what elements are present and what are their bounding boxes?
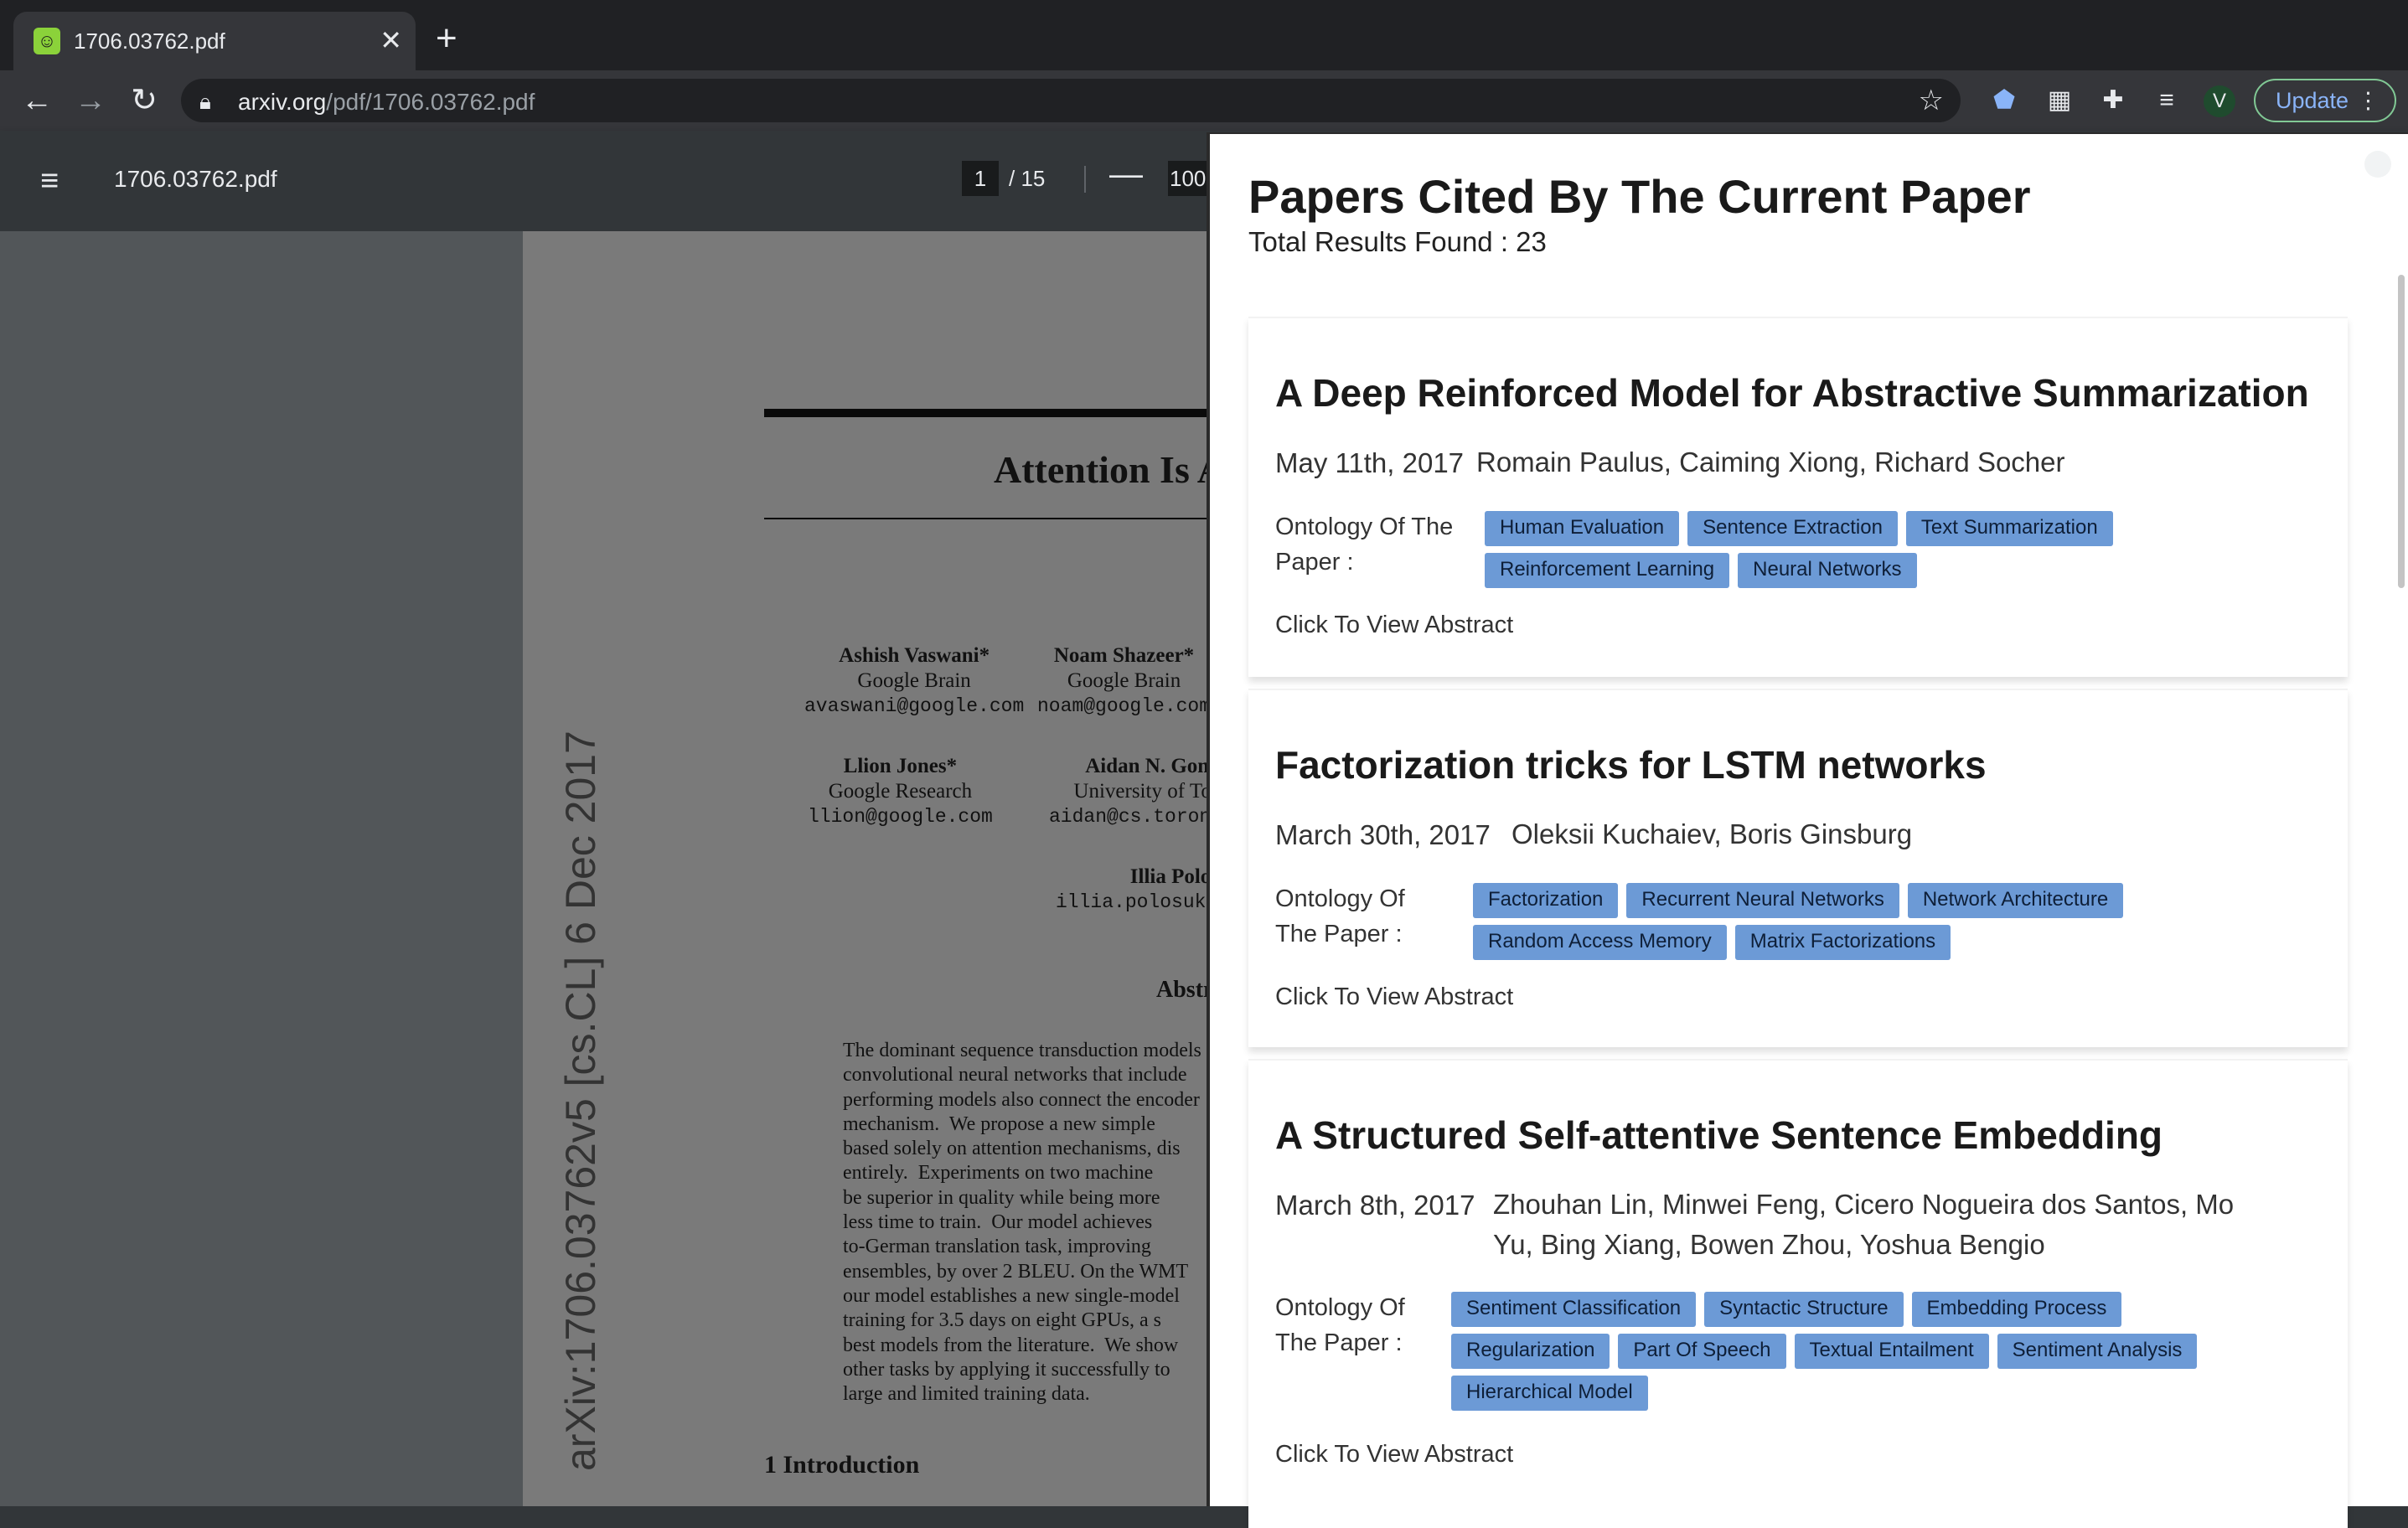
ontology-tag[interactable]: Part Of Speech xyxy=(1618,1334,1786,1369)
author-email: avaswani@google.com xyxy=(804,695,1025,717)
ontology-tag[interactable]: Sentiment Analysis xyxy=(1997,1334,2198,1369)
browser-tab[interactable]: ☺ 1706.03762.pdf ✕ xyxy=(13,12,416,70)
ontology-label: Ontology Of The Paper : xyxy=(1275,1294,1405,1356)
page-total: / 15 xyxy=(1009,166,1046,191)
view-abstract-link[interactable]: Click To View Abstract xyxy=(1275,612,1513,639)
author-name: Ashish Vaswani* xyxy=(839,644,990,667)
pdf-file-name: 1706.03762.pdf xyxy=(114,166,277,192)
extension-shield-icon[interactable]: ⬟ xyxy=(1989,85,2019,116)
ontology-tag[interactable]: Syntactic Structure xyxy=(1704,1292,1904,1327)
panel-close-icon[interactable] xyxy=(2364,151,2391,178)
favicon-icon: ☺ xyxy=(34,28,60,54)
author-block: Ashish Vaswani* Google Brain avaswani@go… xyxy=(804,643,1024,719)
ontology-tag[interactable]: Factorization xyxy=(1473,883,1619,918)
author-name: Noam Shazeer* xyxy=(1053,644,1195,667)
back-arrow-icon[interactable]: ← xyxy=(15,79,59,122)
bookmark-star-icon[interactable]: ☆ xyxy=(1919,84,1944,117)
url-host: arxiv.org xyxy=(238,89,327,115)
update-label: Update xyxy=(2276,88,2349,113)
menu-icon[interactable]: ≡ xyxy=(40,165,59,197)
paper-card: Factorization tricks for LSTM networks M… xyxy=(1248,689,2348,1047)
tab-title: 1706.03762.pdf xyxy=(74,28,225,54)
results-count: Total Results Found : 23 xyxy=(1248,226,1547,257)
view-abstract-link[interactable]: Click To View Abstract xyxy=(1275,983,1513,1011)
extension-puzzle-image-icon[interactable]: ▦ xyxy=(2044,85,2075,116)
ontology-label: Ontology Of The Paper : xyxy=(1275,885,1405,947)
ontology-tag[interactable]: Matrix Factorizations xyxy=(1734,925,1951,960)
section-heading: 1 Introduction xyxy=(764,1451,920,1479)
more-menu-icon[interactable]: ⋮ xyxy=(2357,80,2380,121)
author-block: Noam Shazeer* Google Brain noam@google.c… xyxy=(1037,643,1211,719)
ontology-tags: Human Evaluation Sentence Extraction Tex… xyxy=(1485,511,2239,588)
paper-title[interactable]: A Deep Reinforced Model for Abstractive … xyxy=(1275,370,2309,416)
ontology-tag[interactable]: Embedding Process xyxy=(1911,1292,2122,1327)
panel-title: Papers Cited By The Current Paper xyxy=(1248,170,2031,223)
zoom-out-icon[interactable]: — xyxy=(1109,156,1143,194)
ontology-tag[interactable]: Text Summarization xyxy=(1905,511,2113,546)
ontology-tag[interactable]: Neural Networks xyxy=(1738,553,1917,588)
page-number-input[interactable]: 1 xyxy=(962,161,999,196)
tab-close-icon[interactable]: ✕ xyxy=(380,23,402,57)
tab-strip: ☺ 1706.03762.pdf ✕ + xyxy=(0,0,2408,70)
citations-panel: Papers Cited By The Current Paper Total … xyxy=(1207,132,2408,1528)
ontology-tag[interactable]: Sentence Extraction xyxy=(1687,511,1898,546)
ontology-tag[interactable]: Network Architecture xyxy=(1907,883,2124,918)
paper-card: A Structured Self-attentive Sentence Emb… xyxy=(1248,1059,2348,1528)
extensions-puzzle-icon[interactable]: ✚ xyxy=(2098,85,2128,116)
address-bar[interactable]: 🔒︎ arxiv.org/pdf/1706.03762.pdf ☆ xyxy=(181,79,1961,122)
paper-date: March 30th, 2017 xyxy=(1275,819,1491,850)
author-affiliation: Google Research xyxy=(828,780,973,803)
browser-toolbar: ← → ↻ 🔒︎ arxiv.org/pdf/1706.03762.pdf ☆ … xyxy=(0,70,2408,131)
paper-authors: Oleksii Kuchaiev, Boris Ginsburg xyxy=(1511,818,1913,849)
ontology-tag[interactable]: Hierarchical Model xyxy=(1451,1376,1648,1411)
media-queue-icon[interactable]: ≡ xyxy=(2152,85,2182,116)
author-affiliation: Google Brain xyxy=(857,669,971,692)
paper-card: A Deep Reinforced Model for Abstractive … xyxy=(1248,317,2348,677)
author-affiliation: Google Brain xyxy=(1067,669,1181,692)
reload-icon[interactable]: ↻ xyxy=(122,79,166,122)
ontology-tag[interactable]: Textual Entailment xyxy=(1794,1334,1989,1369)
update-button[interactable]: Update ⋮ xyxy=(2254,79,2396,122)
ontology-tag[interactable]: Reinforcement Learning xyxy=(1485,553,1730,588)
lock-icon: 🔒︎ xyxy=(199,89,211,114)
profile-avatar[interactable]: V xyxy=(2204,85,2235,117)
paper-authors: Zhouhan Lin, Minwei Feng, Cicero Nogueir… xyxy=(1493,1189,2235,1260)
ontology-tag[interactable]: Recurrent Neural Networks xyxy=(1626,883,1899,918)
author-email: noam@google.com xyxy=(1037,695,1212,717)
toolbar-divider xyxy=(1084,166,1086,193)
ontology-tag[interactable]: Regularization xyxy=(1451,1334,1610,1369)
view-abstract-link[interactable]: Click To View Abstract xyxy=(1275,1441,1513,1469)
ontology-label: Ontology Of The Paper : xyxy=(1275,514,1454,576)
author-block: Llion Jones* Google Research llion@googl… xyxy=(808,754,993,829)
author-name: Llion Jones* xyxy=(843,755,958,777)
ontology-tags: Factorization Recurrent Neural Networks … xyxy=(1473,883,2194,960)
paper-authors: Romain Paulus, Caiming Xiong, Richard So… xyxy=(1476,447,2065,478)
url-text[interactable]: arxiv.org/pdf/1706.03762.pdf xyxy=(238,89,535,116)
url-path: /pdf/1706.03762.pdf xyxy=(326,89,535,115)
panel-scrollbar[interactable] xyxy=(2398,275,2405,588)
abstract-body: The dominant sequence transduction model… xyxy=(843,1040,1201,1406)
new-tab-button[interactable]: + xyxy=(436,20,457,57)
paper-title[interactable]: Factorization tricks for LSTM networks xyxy=(1275,742,1987,787)
forward-arrow-icon[interactable]: → xyxy=(69,79,112,122)
ontology-tag[interactable]: Random Access Memory xyxy=(1473,925,1727,960)
paper-date: March 8th, 2017 xyxy=(1275,1190,1475,1221)
author-email: llion@google.com xyxy=(808,806,993,828)
ontology-tags: Sentiment Classification Syntactic Struc… xyxy=(1451,1292,2281,1411)
ontology-tag[interactable]: Human Evaluation xyxy=(1485,511,1680,546)
arxiv-side-label: arXiv:1706.03762v5 [cs.CL] 6 Dec 2017 xyxy=(557,730,604,1471)
ontology-tag[interactable]: Sentiment Classification xyxy=(1451,1292,1697,1327)
paper-title[interactable]: A Structured Self-attentive Sentence Emb… xyxy=(1275,1112,2163,1158)
paper-date: May 11th, 2017 xyxy=(1275,447,1465,478)
